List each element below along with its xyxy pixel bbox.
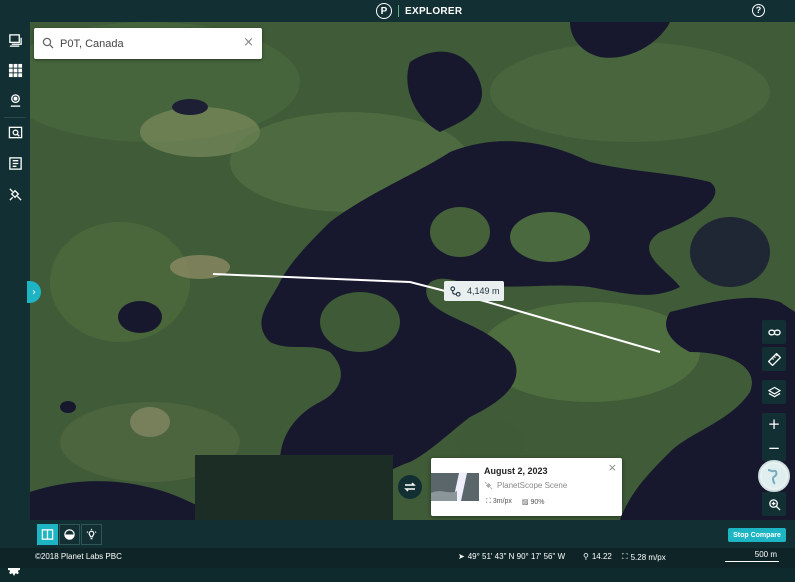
scene-cloud-cover-value: 90% — [530, 499, 545, 506]
zoom-in-button[interactable]: + — [762, 413, 786, 437]
zoom-value: 14.22 — [591, 552, 612, 561]
scene-type: PlanetScope Scene — [484, 481, 567, 490]
compare-split-icon[interactable] — [37, 524, 58, 545]
coordinates-value: 49° 51' 43" N 90° 17' 56" W — [467, 552, 566, 561]
planet-logo-icon: P — [376, 3, 392, 19]
bottom-toolbar — [0, 520, 795, 548]
sidebar-document-icon[interactable] — [5, 153, 25, 173]
satellite-imagery — [30, 22, 795, 520]
search-icon — [42, 37, 54, 49]
scene-thumbnail — [431, 473, 479, 501]
sidebar-satellite-icon[interactable] — [5, 184, 25, 204]
zoom-icon: ⚲ — [583, 552, 589, 561]
scene-resolution-value: 3m/px — [492, 498, 512, 505]
globe-icon[interactable] — [758, 460, 790, 492]
layers-icon[interactable] — [762, 380, 786, 404]
scale-bar: 500 m — [725, 550, 779, 562]
satellite-map[interactable] — [30, 22, 795, 520]
ruler-icon[interactable] — [762, 347, 786, 371]
contrast-icon[interactable] — [59, 524, 80, 545]
scene-type-label: PlanetScope Scene — [497, 481, 568, 490]
navigation-arrow-icon: ➤ — [458, 552, 465, 561]
sidebar-layers-stack-icon[interactable] — [5, 30, 25, 50]
resolution-icon: ⛶ — [622, 552, 628, 561]
app-brand: P EXPLORER — [376, 3, 462, 19]
resolution-icon: ⛶ — [486, 498, 493, 505]
sidebar-image-search-icon[interactable] — [5, 122, 25, 142]
search-input[interactable] — [60, 35, 240, 52]
compare-scene-panel — [195, 455, 393, 520]
satellite-icon — [484, 481, 493, 490]
top-bar: P EXPLORER ? — [0, 0, 795, 22]
scene-meta: ⛶ 3m/px ▨ 90% — [486, 498, 545, 506]
app-title: EXPLORER — [405, 5, 463, 17]
status-bar: ©2018 Planet Labs PBC ➤ 49° 51' 43" N 90… — [0, 548, 795, 568]
sidebar-divider — [4, 117, 26, 118]
resolution-readout: ⛶ 5.28 m/px — [622, 552, 666, 562]
scene-cloud-cover: ▨ 90% — [522, 498, 545, 506]
coordinates-readout: ➤ 49° 51' 43" N 90° 17' 56" W — [458, 552, 565, 561]
scene-date: August 2, 2023 — [484, 466, 548, 476]
zoom-readout: ⚲ 14.22 — [583, 552, 612, 561]
measurement-distance: 4,149 m — [467, 286, 500, 296]
scene-resolution: ⛶ 3m/px — [486, 498, 512, 506]
sidebar-map-pin-icon[interactable] — [5, 90, 25, 110]
lightbulb-icon[interactable] — [81, 524, 102, 545]
zoom-out-button[interactable]: − — [762, 437, 786, 461]
copyright: ©2018 Planet Labs PBC — [35, 552, 122, 561]
left-sidebar — [0, 22, 30, 576]
close-icon[interactable]: × — [243, 35, 254, 50]
stop-compare-button[interactable]: Stop Compare — [728, 528, 786, 542]
close-icon[interactable]: × — [608, 461, 617, 474]
swap-icon[interactable] — [398, 475, 422, 499]
sidebar-grid-icon[interactable] — [5, 60, 25, 80]
location-search: × — [34, 28, 262, 59]
scene-card[interactable]: August 2, 2023 PlanetScope Scene ⛶ 3m/px… — [431, 458, 622, 516]
route-icon — [450, 285, 461, 297]
zoom-controls: + − — [762, 413, 786, 461]
resolution-value: 5.28 m/px — [630, 552, 666, 562]
brand-divider — [398, 5, 399, 17]
magnify-icon[interactable] — [762, 492, 786, 516]
link-icon[interactable] — [762, 320, 786, 344]
measurement-label: 4,149 m — [444, 281, 504, 301]
help-icon[interactable]: ? — [752, 4, 765, 17]
